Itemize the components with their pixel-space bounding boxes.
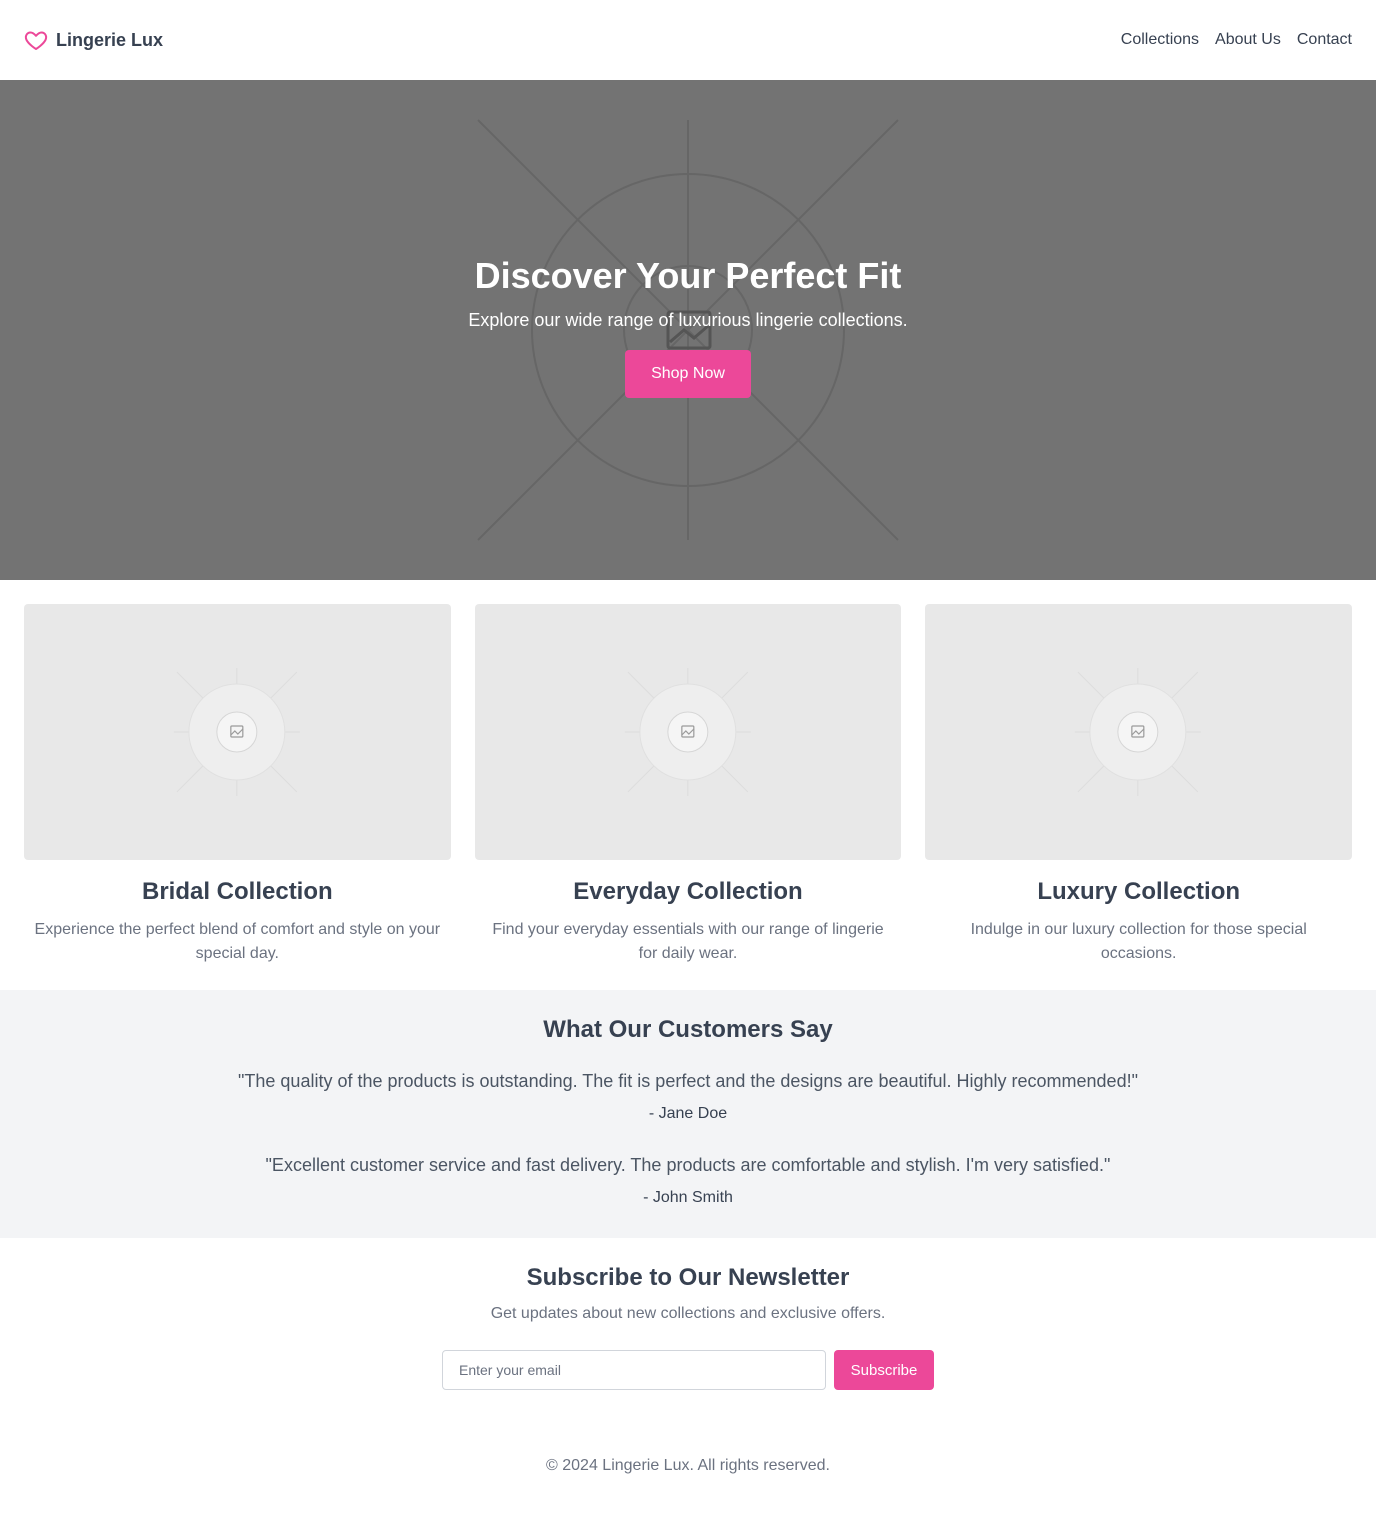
subscribe-form: Subscribe bbox=[0, 1350, 1376, 1390]
collection-description: Experience the perfect blend of comfort … bbox=[34, 921, 441, 962]
subscribe-button[interactable]: Subscribe bbox=[834, 1350, 934, 1390]
collection-card[interactable]: Bridal Collection Experience the perfect… bbox=[24, 604, 451, 966]
nav-link-about-us[interactable]: About Us bbox=[1215, 31, 1281, 49]
heart-icon bbox=[24, 31, 48, 50]
hero-content: Discover Your Perfect Fit Explore our wi… bbox=[0, 80, 1376, 580]
hero-title: Discover Your Perfect Fit bbox=[474, 255, 902, 296]
collection-image bbox=[474, 604, 902, 860]
nav-link-collections[interactable]: Collections bbox=[1121, 31, 1199, 49]
collection-description: Indulge in our luxury collection for tho… bbox=[970, 921, 1307, 962]
testimonial-quote: "The quality of the products is outstand… bbox=[238, 1071, 1138, 1091]
collection-description: Find your everyday essentials with our r… bbox=[492, 921, 884, 962]
collection-title: Luxury Collection bbox=[1037, 878, 1241, 905]
newsletter-title: Subscribe to Our Newsletter bbox=[526, 1264, 850, 1291]
image-placeholder-icon bbox=[624, 668, 751, 796]
collection-title: Everyday Collection bbox=[573, 878, 803, 905]
testimonial-author: - Jane Doe bbox=[648, 1105, 728, 1122]
collection-card[interactable]: Luxury Collection Indulge in our luxury … bbox=[925, 604, 1353, 966]
collections-section: Bridal Collection Experience the perfect… bbox=[0, 580, 1376, 966]
brand-logo[interactable]: Lingerie Lux bbox=[24, 28, 163, 52]
copyright-text: © 2024 Lingerie Lux. All rights reserved… bbox=[546, 1457, 830, 1474]
site-footer: © 2024 Lingerie Lux. All rights reserved… bbox=[0, 1434, 1376, 1522]
collection-card[interactable]: Everyday Collection Find your everyday e… bbox=[474, 604, 902, 966]
newsletter-subtitle: Get updates about new collections and ex… bbox=[490, 1305, 886, 1322]
collection-title: Bridal Collection bbox=[141, 878, 333, 905]
hero-subtitle: Explore our wide range of luxurious ling… bbox=[468, 310, 908, 330]
testimonial-author: - John Smith bbox=[643, 1189, 733, 1206]
collection-image bbox=[925, 604, 1353, 860]
email-input[interactable] bbox=[442, 1350, 826, 1390]
image-placeholder-icon bbox=[1075, 668, 1202, 796]
brand-name: Lingerie Lux bbox=[56, 29, 164, 50]
testimonials-section: What Our Customers Say "The quality of t… bbox=[0, 990, 1376, 1238]
main-nav: Collections About Us Contact bbox=[1121, 31, 1352, 49]
newsletter-section: Subscribe to Our Newsletter Get updates … bbox=[0, 1238, 1376, 1434]
testimonial-quote: "Excellent customer service and fast del… bbox=[265, 1155, 1111, 1175]
image-placeholder-icon bbox=[173, 668, 300, 796]
collection-image bbox=[24, 604, 451, 860]
shop-now-button[interactable]: Shop Now bbox=[625, 350, 751, 398]
nav-link-contact[interactable]: Contact bbox=[1297, 31, 1352, 49]
testimonials-title: What Our Customers Say bbox=[543, 1016, 833, 1043]
hero-section: Discover Your Perfect Fit Explore our wi… bbox=[0, 80, 1376, 580]
site-header: Lingerie Lux Collections About Us Contac… bbox=[0, 0, 1376, 80]
